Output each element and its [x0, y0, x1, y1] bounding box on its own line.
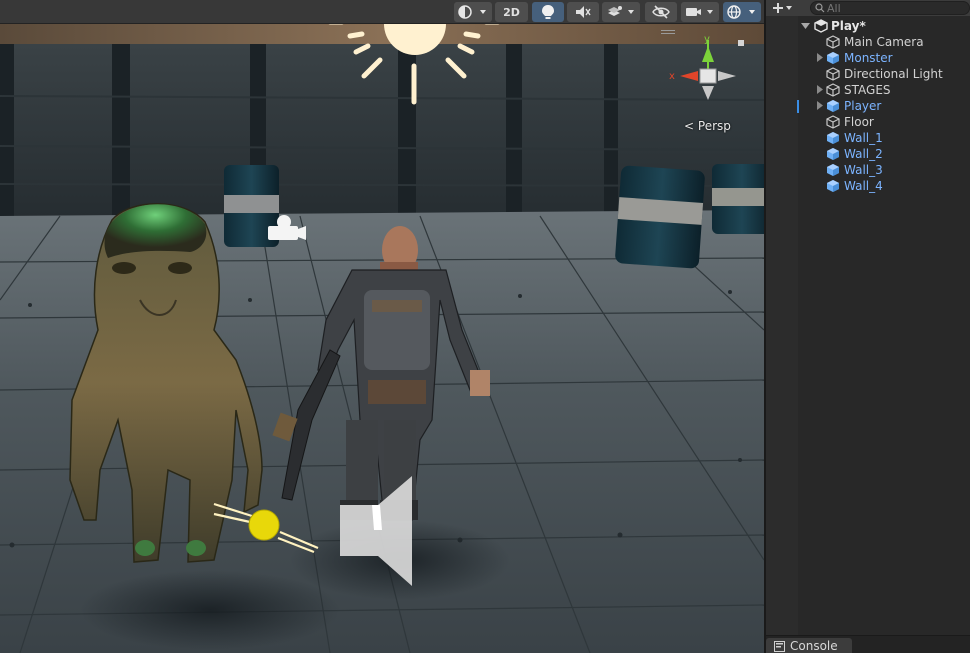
hierarchy-tree: Play* Main Camera Monster Directional Li… [766, 18, 970, 194]
gameobject-cube-icon [826, 115, 840, 129]
lightbulb-icon [542, 5, 554, 19]
hierarchy-item-label: Wall_1 [844, 131, 883, 145]
scene-view[interactable]: x y < Persp 2D [0, 0, 764, 653]
console-tab[interactable]: Console [766, 638, 852, 653]
scene-view-toolbar: 2D [0, 0, 764, 24]
scene-viewport-render[interactable]: x y [0, 0, 764, 653]
collapsed-chevron-icon[interactable] [815, 101, 824, 110]
effects-layers-icon [608, 6, 634, 16]
hierarchy-item-directional-light[interactable]: Directional Light [766, 66, 970, 82]
draw-mode-dropdown[interactable] [454, 2, 492, 22]
hierarchy-item-label: Wall_4 [844, 179, 883, 193]
plus-dropdown-icon [773, 3, 792, 13]
audio-toggle[interactable] [567, 2, 599, 22]
toggle-2d-label: 2D [503, 5, 520, 19]
hierarchy-item-label: Main Camera [844, 35, 924, 49]
effects-dropdown[interactable] [602, 2, 640, 22]
bottom-tab-bar: Console [766, 635, 970, 653]
scene-root-item[interactable]: Play* [766, 18, 970, 34]
prefab-cube-icon [827, 100, 839, 112]
prefab-cube-icon [827, 132, 839, 144]
speaker-muted-icon [576, 6, 591, 18]
selection-marker [797, 100, 799, 113]
console-icon [774, 640, 785, 652]
prefab-cube-icon [827, 180, 839, 192]
expanded-chevron-icon[interactable] [801, 21, 810, 30]
hierarchy-item-wall-1[interactable]: Wall_1 [766, 130, 970, 146]
persp-chevron-icon: < [684, 119, 695, 133]
hierarchy-search[interactable] [810, 1, 970, 15]
hierarchy-item-label: Directional Light [844, 67, 943, 81]
hierarchy-search-input[interactable] [827, 1, 967, 15]
gameobject-cube-icon [826, 35, 840, 49]
hierarchy-item-label: Wall_2 [844, 147, 883, 161]
shaded-sphere-icon [458, 5, 486, 19]
hierarchy-item-stages[interactable]: STAGES [766, 82, 970, 98]
scene-visibility-toggle[interactable] [645, 2, 677, 22]
create-dropdown-button[interactable] [772, 0, 794, 16]
gameobject-cube-icon [826, 83, 840, 97]
gizmo-x-label: x [669, 71, 675, 82]
hierarchy-toolbar [766, 0, 970, 16]
hierarchy-item-floor[interactable]: Floor [766, 114, 970, 130]
console-tab-label: Console [790, 639, 838, 653]
hierarchy-item-monster[interactable]: Monster [766, 50, 970, 66]
prefab-cube-icon [827, 52, 839, 64]
hidden-eye-icon [652, 5, 670, 19]
hierarchy-panel: Play* Main Camera Monster Directional Li… [766, 0, 970, 635]
projection-label: Persp [697, 119, 731, 133]
hierarchy-item-player[interactable]: Player [766, 98, 970, 114]
hierarchy-item-main-camera[interactable]: Main Camera [766, 34, 970, 50]
prefab-cube-icon [827, 148, 839, 160]
hierarchy-item-wall-2[interactable]: Wall_2 [766, 146, 970, 162]
hierarchy-item-wall-3[interactable]: Wall_3 [766, 162, 970, 178]
gizmo-y-label: y [704, 34, 710, 45]
camera-settings-dropdown[interactable] [681, 2, 719, 22]
gameobject-cube-icon [826, 67, 840, 81]
hierarchy-item-wall-4[interactable]: Wall_4 [766, 178, 970, 194]
hierarchy-item-label: Wall_3 [844, 163, 883, 177]
hierarchy-item-label: STAGES [844, 83, 891, 97]
collapsed-chevron-icon[interactable] [815, 53, 824, 62]
search-icon [815, 3, 825, 13]
projection-toggle[interactable]: < Persp [684, 119, 731, 133]
collapsed-chevron-icon[interactable] [815, 85, 824, 94]
gizmos-dropdown[interactable] [723, 2, 761, 22]
lighting-toggle[interactable] [532, 2, 564, 22]
toggle-2d-button[interactable]: 2D [495, 2, 528, 22]
hierarchy-item-label: Floor [844, 115, 874, 129]
video-camera-icon [686, 8, 713, 16]
prefab-cube-icon [827, 164, 839, 176]
gizmo-globe-icon [727, 5, 755, 19]
scene-name: Play* [831, 19, 866, 33]
hierarchy-item-label: Player [844, 99, 882, 113]
hierarchy-item-label: Monster [844, 51, 893, 65]
unity-scene-icon [814, 19, 828, 33]
